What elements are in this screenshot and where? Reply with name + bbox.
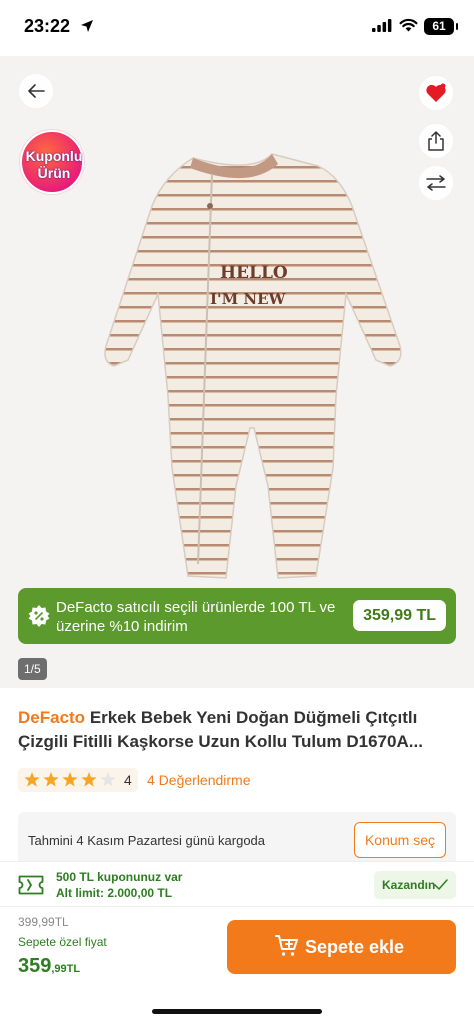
delivery-text: Tahmini 4 Kasım Pazartesi günü kargoda bbox=[28, 833, 266, 848]
print-line-2: I'M NEW bbox=[210, 290, 287, 308]
rating-stars bbox=[18, 768, 138, 792]
favorite-button[interactable] bbox=[419, 76, 453, 110]
image-page-indicator: 1/5 bbox=[18, 658, 47, 680]
location-arrow-icon bbox=[81, 20, 93, 32]
coupon-earned-button[interactable]: Kazandın bbox=[374, 871, 456, 899]
status-bar: 23:22 61 bbox=[0, 0, 474, 56]
add-to-cart-label: Sepete ekle bbox=[305, 937, 405, 957]
coupon-limit-text: Alt limit: 2.000,00 TL bbox=[56, 886, 173, 900]
back-button[interactable] bbox=[19, 74, 53, 108]
product-image[interactable]: HELLO I'M NEW bbox=[100, 146, 406, 586]
cart-add-icon bbox=[275, 935, 298, 956]
purchase-footer: 399,99TL Sepete özel fiyat 359,99TL Sepe… bbox=[0, 907, 474, 1024]
rating-value: 4 bbox=[124, 772, 132, 788]
compare-button[interactable] bbox=[419, 166, 453, 200]
brand-link[interactable]: DeFacto bbox=[18, 708, 85, 727]
star-rating-icons bbox=[24, 772, 116, 787]
special-price-label: Sepete özel fiyat bbox=[18, 935, 107, 949]
compare-arrows-icon bbox=[426, 175, 446, 191]
battery-indicator: 61 bbox=[424, 18, 458, 35]
share-button[interactable] bbox=[419, 124, 453, 158]
promo-text: DeFacto satıcılı seçili ürünlerde 100 TL… bbox=[56, 599, 336, 635]
status-time: 23:22 bbox=[24, 16, 71, 36]
heart-icon bbox=[426, 83, 446, 102]
signal-icon bbox=[372, 19, 392, 32]
coupon-amount-text: 500 TL kuponunuz var bbox=[56, 870, 183, 884]
current-price: 359,99TL bbox=[18, 955, 80, 978]
star-filled-icon bbox=[62, 772, 78, 787]
home-indicator[interactable] bbox=[152, 1009, 322, 1014]
product-title: DeFacto Erkek Bebek Yeni Doğan Düğmeli Ç… bbox=[18, 706, 458, 754]
share-icon bbox=[428, 131, 444, 151]
promo-price: 359,99 TL bbox=[353, 600, 446, 631]
add-to-cart-button[interactable]: Sepete ekle bbox=[227, 920, 456, 974]
product-image-gallery[interactable]: HELLO I'M NEW Kuponlu Ürün DeFacto satıc… bbox=[0, 56, 474, 688]
check-icon bbox=[434, 879, 448, 890]
print-line-1: HELLO bbox=[220, 263, 288, 283]
select-location-button[interactable]: Konum seç bbox=[354, 822, 446, 858]
star-filled-icon bbox=[24, 772, 40, 787]
delivery-estimate: Tahmini 4 Kasım Pazartesi günü kargoda K… bbox=[18, 812, 456, 868]
rating-count-link[interactable]: 4 Değerlendirme bbox=[147, 772, 251, 788]
seller-discount-banner[interactable]: DeFacto satıcılı seçili ürünlerde 100 TL… bbox=[18, 588, 456, 644]
back-arrow-icon bbox=[28, 84, 45, 98]
ticket-icon bbox=[18, 875, 44, 895]
coupon-badge-line-1: Kuponlu bbox=[25, 148, 83, 164]
star-filled-icon bbox=[43, 772, 59, 787]
coupon-earned-label: Kazandın bbox=[382, 878, 436, 892]
wifi-icon bbox=[399, 18, 418, 32]
price-integer: 359 bbox=[18, 955, 52, 977]
star-filled-icon bbox=[81, 772, 97, 787]
discount-badge-icon bbox=[28, 605, 50, 627]
coupon-badge-line-2: Ürün bbox=[37, 165, 71, 181]
star-empty-icon bbox=[100, 772, 116, 787]
coupon-strip[interactable]: 500 TL kuponunuz var Alt limit: 2.000,00… bbox=[0, 861, 474, 907]
coupon-product-badge: Kuponlu Ürün bbox=[20, 130, 84, 194]
old-price: 399,99TL bbox=[18, 915, 69, 929]
price-decimal: ,99TL bbox=[51, 963, 81, 975]
